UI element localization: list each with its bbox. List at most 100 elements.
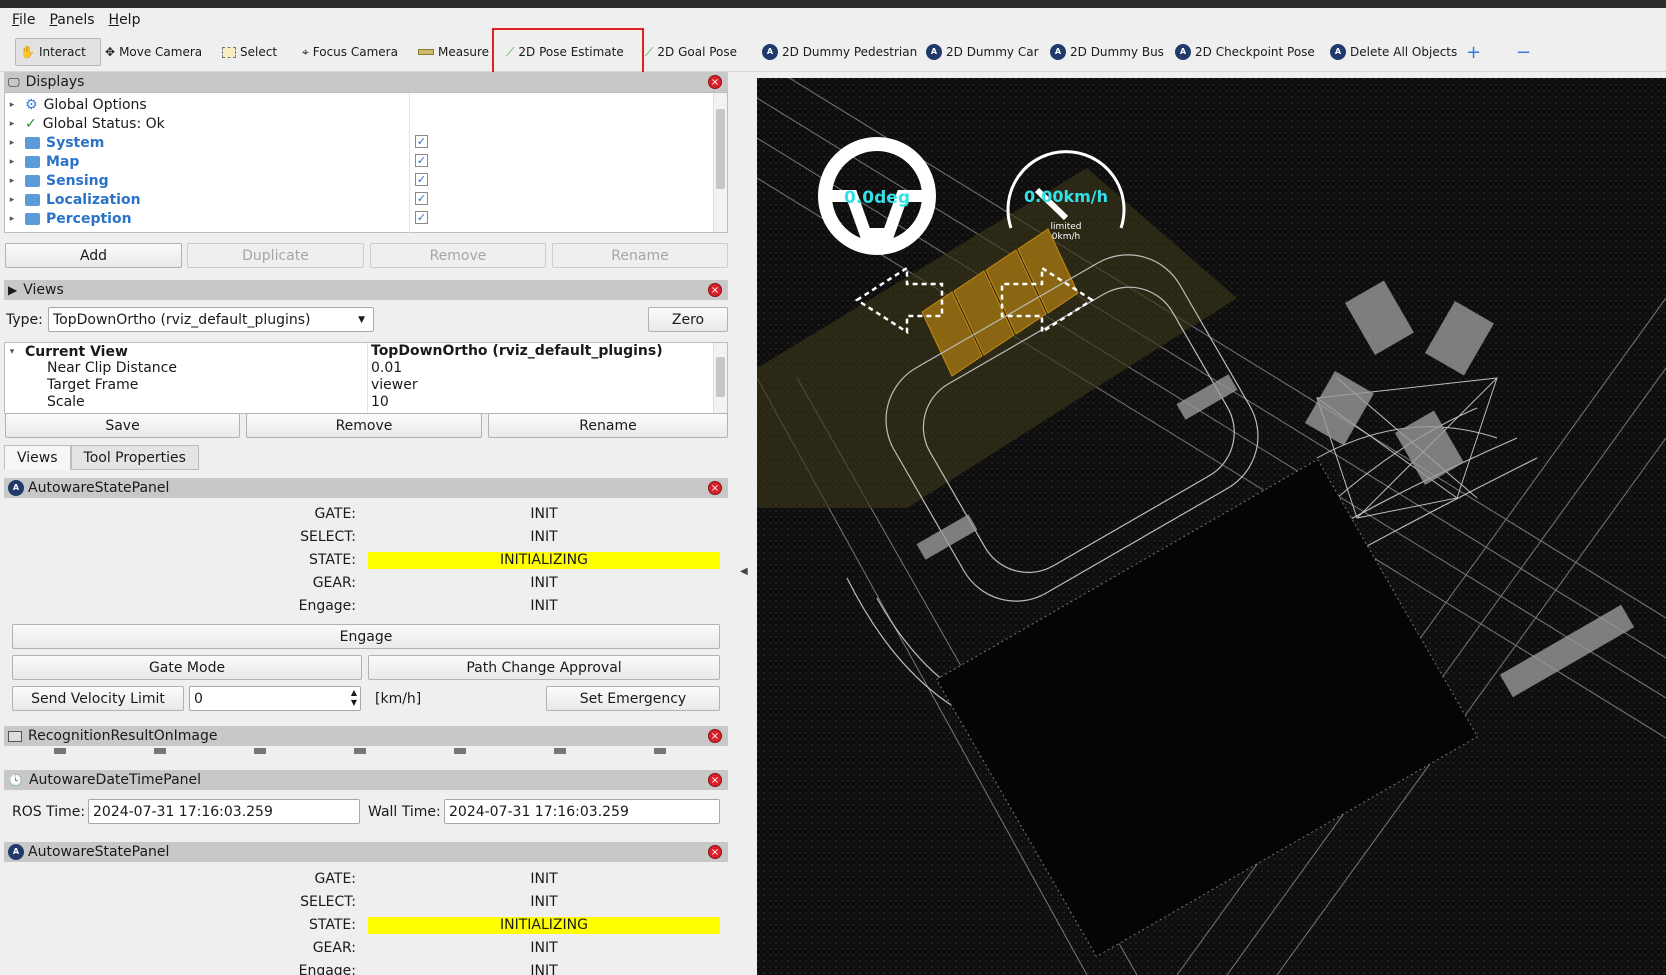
scale-label: Scale <box>47 394 85 410</box>
tree-item-system[interactable]: ▸ System <box>5 133 105 152</box>
collapse-arrow-icon[interactable]: ◀ <box>740 566 748 577</box>
2d-dummy-pedestrian-tool-button[interactable]: A 2D Dummy Pedestrian <box>762 38 917 66</box>
add-tool-button[interactable]: + <box>1466 38 1481 66</box>
focus-camera-tool-button[interactable]: ⌖ Focus Camera <box>302 38 398 66</box>
recognition-result-panel-header: RecognitionResultOnImage × <box>4 726 728 746</box>
tree-item-perception[interactable]: ▸ Perception <box>5 209 132 228</box>
image-panel-icon <box>8 730 22 742</box>
map-checkbox[interactable]: ✓ <box>415 154 428 167</box>
measure-tool-button[interactable]: Measure <box>418 38 489 66</box>
monitor-icon: 🖵 <box>8 74 20 89</box>
near-clip-value[interactable]: 0.01 <box>371 360 402 376</box>
displays-tree: ▸ ⚙ Global Options ▸ ✓ Global Status: Ok… <box>4 92 728 234</box>
remove-tool-button[interactable]: − <box>1516 38 1531 66</box>
move-camera-tool-button[interactable]: ✥ Move Camera <box>105 38 202 66</box>
view-type-select[interactable]: TopDownOrtho (rviz_default_plugins) ▼ <box>48 307 374 332</box>
gear-value: INIT <box>530 575 558 591</box>
current-view-row[interactable]: ▾ Current View <box>5 343 128 360</box>
collapse-arrow-icon[interactable]: ▾ <box>5 347 19 357</box>
2d-goal-pose-tool-button[interactable]: ⟋ 2D Goal Pose <box>645 38 737 66</box>
interact-tool-button[interactable]: ✋ Interact <box>15 38 101 66</box>
expand-arrow-icon[interactable]: ▸ <box>5 195 19 205</box>
tree-item-sensing[interactable]: ▸ Sensing <box>5 171 109 190</box>
rename-view-button[interactable]: Rename <box>488 413 728 438</box>
scale-value[interactable]: 10 <box>371 394 389 410</box>
close-icon[interactable]: × <box>708 729 722 743</box>
tree-item-global-status[interactable]: ▸ ✓ Global Status: Ok <box>5 114 165 133</box>
ruler-icon <box>418 49 434 55</box>
rviz-3d-viewport[interactable]: 0.0deg 0.00km/h limited 0km/h <box>757 78 1666 975</box>
close-icon[interactable]: × <box>708 75 722 89</box>
green-arrow-icon: ⟋ <box>645 44 654 59</box>
displays-panel-header: 🖵 Displays × <box>4 72 728 92</box>
2d-pose-estimate-tool-button[interactable]: ⟋ 2D Pose Estimate <box>506 38 624 66</box>
2d-checkpoint-pose-tool-button[interactable]: A 2D Checkpoint Pose <box>1175 38 1315 66</box>
scrollbar-thumb[interactable] <box>716 357 725 397</box>
rename-display-button[interactable]: Rename <box>552 243 728 268</box>
remove-display-button[interactable]: Remove <box>370 243 546 268</box>
close-icon[interactable]: × <box>708 283 722 297</box>
duplicate-display-button[interactable]: Duplicate <box>187 243 364 268</box>
dock-splitter[interactable]: ◀ <box>730 72 757 975</box>
spinbox-arrows-icon[interactable]: ▲ ▼ <box>351 688 357 708</box>
engage-label: Engage: <box>298 598 356 614</box>
select-tool-button[interactable]: Select <box>222 38 277 66</box>
add-display-button[interactable]: Add <box>5 243 182 268</box>
folder-icon <box>25 136 40 149</box>
ros-time-field[interactable]: 2024-07-31 17:16:03.259 <box>88 799 360 824</box>
delete-all-objects-tool-button[interactable]: A Delete All Objects <box>1330 38 1457 66</box>
expand-arrow-icon[interactable]: ▸ <box>5 138 19 148</box>
velocity-limit-input[interactable]: 0 ▲ ▼ <box>189 686 361 711</box>
clock-icon: 🕓 <box>8 773 23 787</box>
2d-dummy-car-tool-button[interactable]: A 2D Dummy Car <box>926 38 1039 66</box>
views-scrollbar[interactable] <box>713 343 727 413</box>
autoware-state-panel-2-header: A AutowareStatePanel × <box>4 842 728 862</box>
checkmark-icon: ✓ <box>25 115 37 132</box>
close-icon[interactable]: × <box>708 773 722 787</box>
remove-view-button[interactable]: Remove <box>246 413 482 438</box>
zero-view-button[interactable]: Zero <box>648 307 728 332</box>
expand-arrow-icon[interactable]: ▸ <box>5 119 19 129</box>
path-change-approval-button[interactable]: Path Change Approval <box>368 655 720 680</box>
tree-item-localization[interactable]: ▸ Localization <box>5 190 141 209</box>
crosshair-icon: ⌖ <box>302 44 309 59</box>
scrollbar-thumb[interactable] <box>716 109 725 189</box>
state-label: STATE: <box>309 552 356 568</box>
menu-file[interactable]: File <box>12 12 35 28</box>
state-value: INITIALIZING <box>368 552 720 569</box>
autoware-logo-icon: A <box>926 44 942 60</box>
expand-arrow-icon[interactable]: ▸ <box>5 214 19 224</box>
close-icon[interactable]: × <box>708 845 722 859</box>
steering-angle-text: 0.0deg <box>844 188 910 208</box>
engage-button[interactable]: Engage <box>12 624 720 649</box>
target-frame-value[interactable]: viewer <box>371 377 418 393</box>
wall-time-field[interactable]: 2024-07-31 17:16:03.259 <box>444 799 720 824</box>
menu-help[interactable]: Help <box>109 12 141 28</box>
gate-value: INIT <box>530 871 558 887</box>
tab-views[interactable]: Views <box>4 445 71 470</box>
dropdown-arrow-icon: ▼ <box>358 314 365 325</box>
menu-panels[interactable]: Panels <box>49 12 94 28</box>
localization-checkbox[interactable]: ✓ <box>415 192 428 205</box>
expand-arrow-icon[interactable]: ▸ <box>5 176 19 186</box>
2d-dummy-bus-tool-button[interactable]: A 2D Dummy Bus <box>1050 38 1164 66</box>
tree-item-map[interactable]: ▸ Map <box>5 152 80 171</box>
expand-arrow-icon[interactable]: ▸ <box>5 100 19 110</box>
plus-icon: + <box>1466 41 1482 63</box>
tab-tool-properties[interactable]: Tool Properties <box>70 445 199 470</box>
system-checkbox[interactable]: ✓ <box>415 135 428 148</box>
tree-item-global-options[interactable]: ▸ ⚙ Global Options <box>5 95 147 114</box>
move-icon: ✥ <box>105 45 116 59</box>
views-tab-bar: Views Tool Properties <box>4 445 199 470</box>
engage-value: INIT <box>530 598 558 614</box>
set-emergency-button[interactable]: Set Emergency <box>546 686 720 711</box>
speed-limit-label: limited <box>1050 222 1081 232</box>
gate-mode-button[interactable]: Gate Mode <box>12 655 362 680</box>
close-icon[interactable]: × <box>708 481 722 495</box>
save-view-button[interactable]: Save <box>5 413 240 438</box>
displays-scrollbar[interactable] <box>713 93 727 232</box>
perception-checkbox[interactable]: ✓ <box>415 211 428 224</box>
sensing-checkbox[interactable]: ✓ <box>415 173 428 186</box>
send-velocity-limit-button[interactable]: Send Velocity Limit <box>12 686 184 711</box>
expand-arrow-icon[interactable]: ▸ <box>5 157 19 167</box>
